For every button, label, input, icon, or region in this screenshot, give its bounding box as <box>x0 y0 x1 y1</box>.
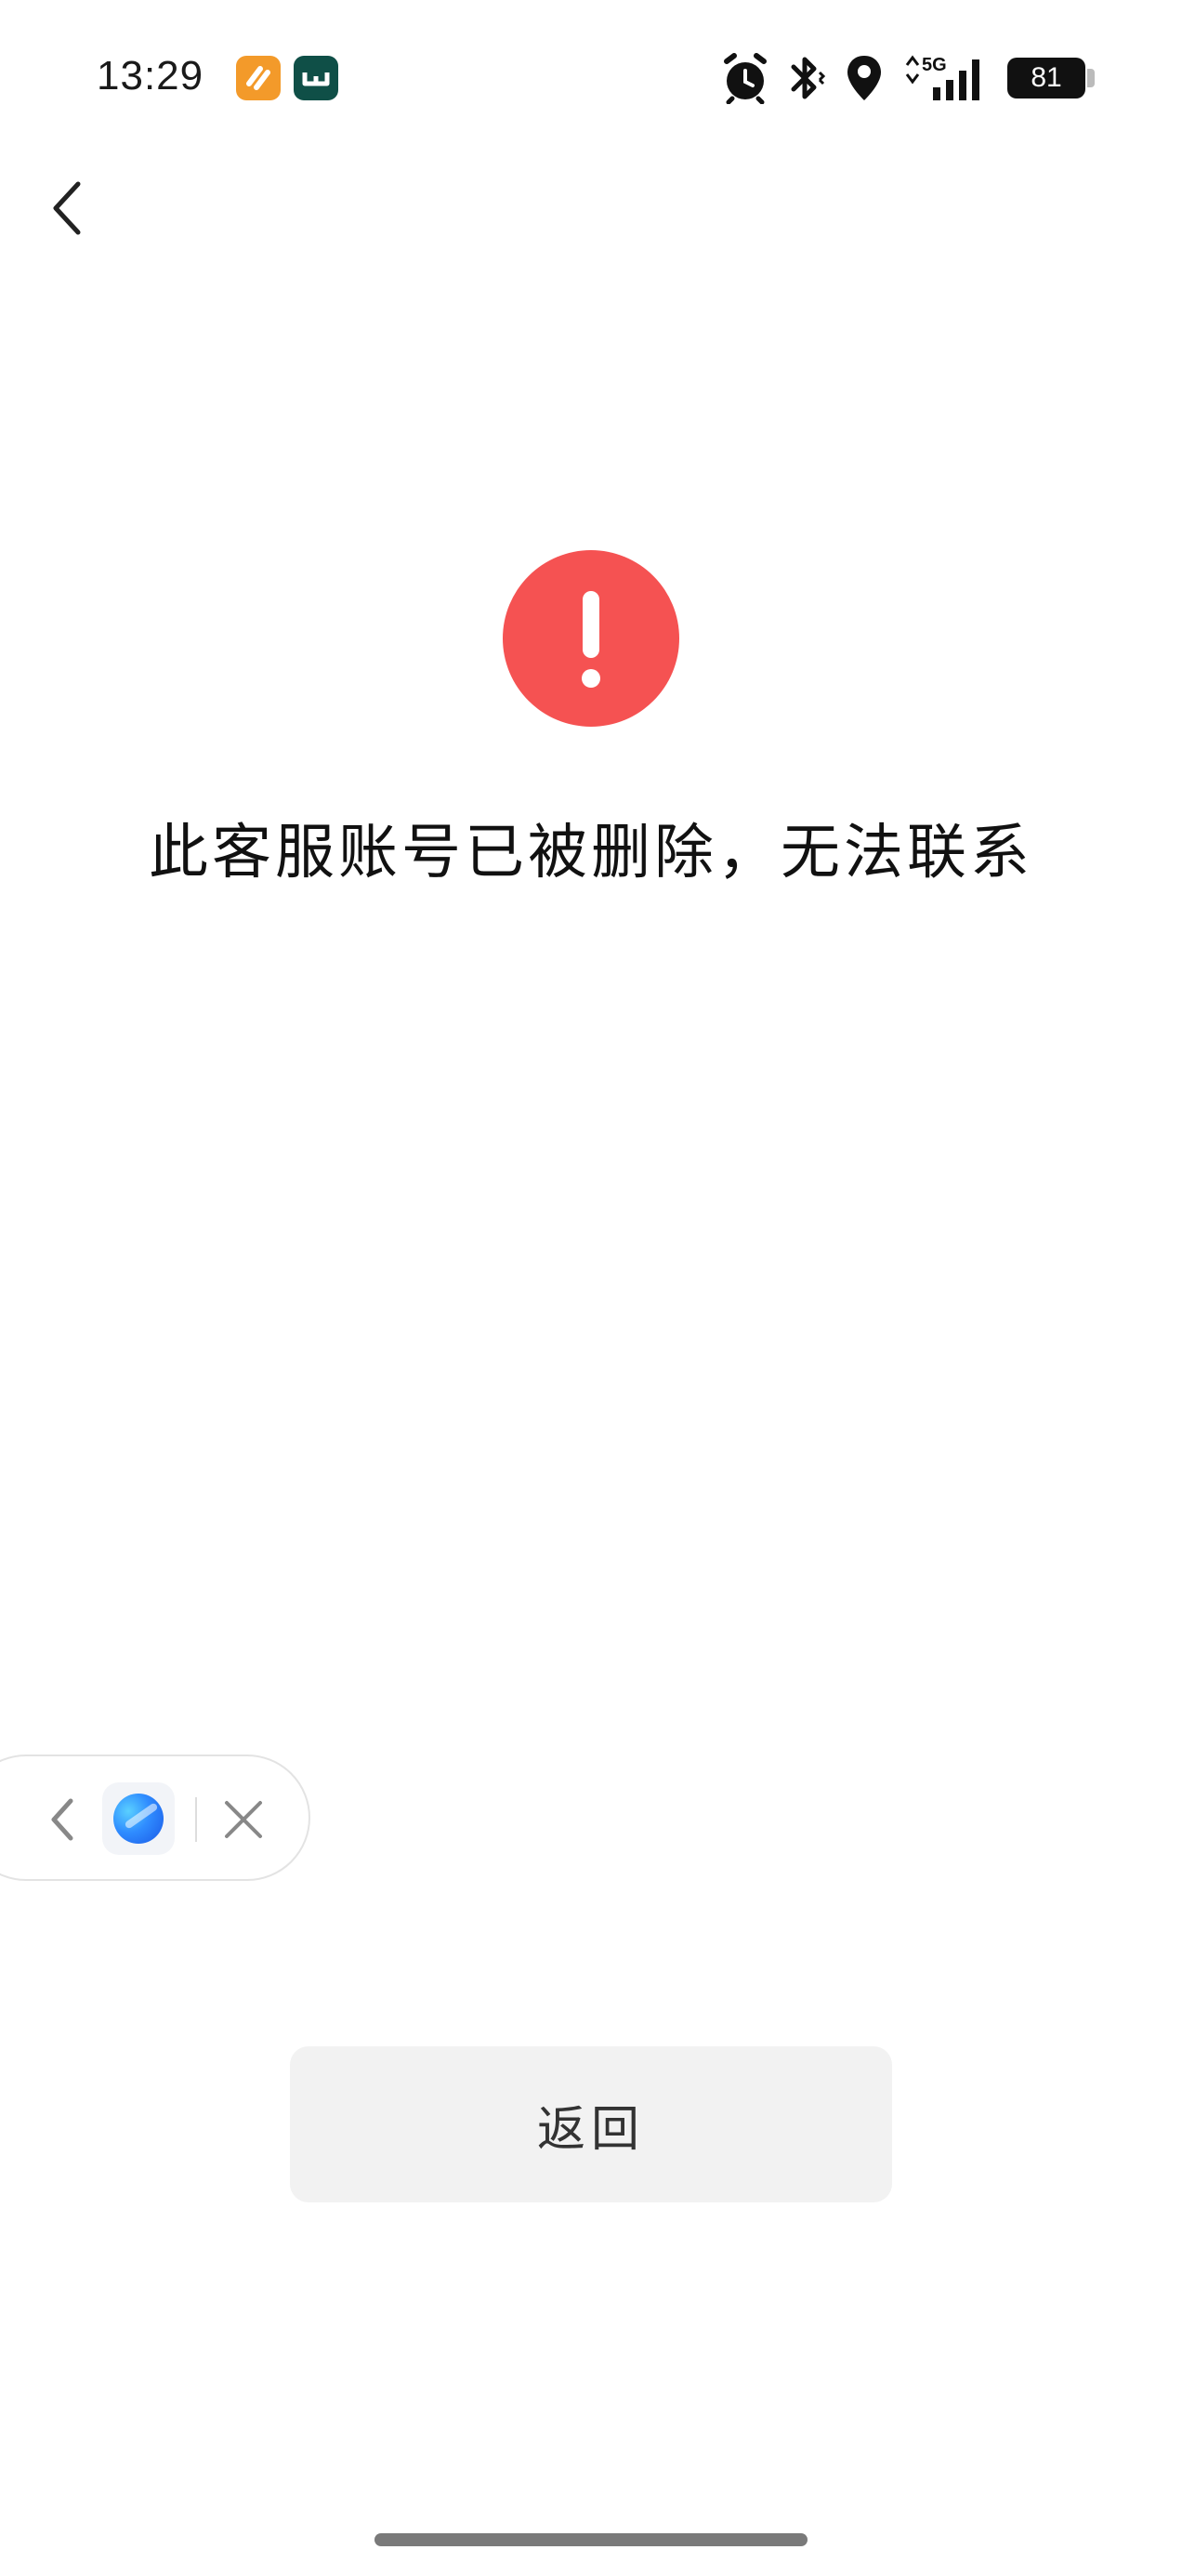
home-indicator[interactable] <box>374 2533 808 2546</box>
floating-capsule[interactable] <box>0 1755 310 1881</box>
green-app-icon <box>294 56 338 100</box>
back-button[interactable] <box>37 171 93 245</box>
error-message: 此客服账号已被删除，无法联系 <box>149 819 1033 887</box>
browser-orb-icon <box>113 1794 164 1844</box>
battery-indicator: 81 <box>1007 58 1095 99</box>
5g-signal-icon: 5G <box>901 52 991 104</box>
capsule-close-button[interactable] <box>217 1794 269 1846</box>
status-time: 13:29 <box>97 53 204 99</box>
capsule-back-button[interactable] <box>41 1790 82 1849</box>
network-label: 5G <box>922 55 947 75</box>
capsule-divider <box>195 1797 197 1842</box>
location-icon <box>844 52 885 104</box>
chevron-left-icon <box>51 1798 73 1841</box>
exclamation-circle-icon <box>503 550 679 727</box>
signal-bars-icon <box>933 87 940 100</box>
bluetooth-icon <box>786 52 827 104</box>
exclamation-bar <box>583 591 599 658</box>
close-icon <box>225 1801 262 1838</box>
capsule-app-button[interactable] <box>102 1782 175 1855</box>
status-bar: 13:29 5G 81 <box>0 0 1182 158</box>
alarm-icon <box>721 52 769 104</box>
return-button[interactable]: 返回 <box>290 2046 892 2202</box>
exclamation-dot <box>582 669 600 688</box>
system-status-icons: 5G 81 <box>721 48 1095 108</box>
orange-app-icon <box>236 56 281 100</box>
chevron-left-icon <box>53 181 81 235</box>
